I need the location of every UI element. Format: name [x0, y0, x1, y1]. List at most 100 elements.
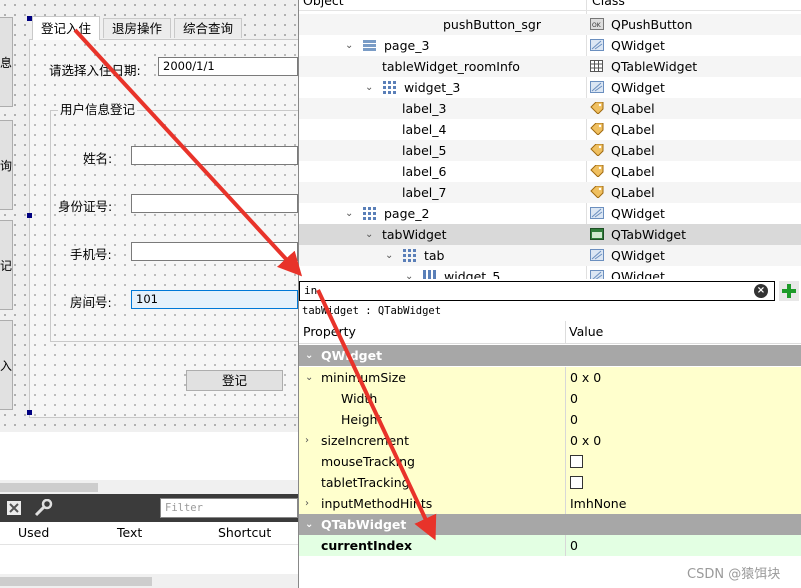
property-object-title: tabWidget : QTabWidget: [302, 305, 442, 317]
property-value[interactable]: 0: [570, 535, 578, 556]
object-class: QLabel: [611, 122, 655, 137]
object-name: page_3: [384, 38, 430, 53]
action-filter-input[interactable]: Filter: [160, 498, 298, 518]
selection-handle-ml[interactable]: [27, 213, 32, 218]
col-shortcut[interactable]: Shortcut: [218, 522, 271, 544]
tab-checkin[interactable]: 登记入住: [32, 16, 101, 40]
value-separator: [565, 409, 566, 430]
tab-checkout[interactable]: 退房操作: [103, 18, 172, 38]
object-row[interactable]: ⌄ page_3 QWidget: [299, 35, 801, 56]
property-value[interactable]: 0: [570, 409, 578, 430]
value-separator: [565, 388, 566, 409]
chevron-right-icon[interactable]: ›: [305, 493, 309, 514]
form-designer-canvas[interactable]: 息 询 记 入 登记入住 退房操作 综合查询 请选择入住日期: 2000/1/1…: [0, 0, 298, 432]
side-button-1[interactable]: 息: [0, 17, 13, 107]
designer-hscrollbar[interactable]: [0, 480, 298, 494]
label-tag-icon: [590, 165, 604, 177]
selection-handle-bl[interactable]: [27, 410, 32, 415]
selection-handle-tl[interactable]: [27, 16, 32, 21]
header-class[interactable]: Class: [592, 0, 625, 10]
object-name: widget_3: [404, 80, 461, 95]
widget-class-icon: [590, 207, 604, 219]
col-text[interactable]: Text: [117, 522, 142, 544]
chevron-down-icon[interactable]: ⌄: [345, 203, 353, 224]
property-row[interactable]: mouseTracking: [299, 451, 801, 472]
value-separator: [565, 472, 566, 493]
name-field[interactable]: [131, 146, 298, 165]
property-value[interactable]: 0 x 0: [570, 430, 601, 451]
chevron-right-icon[interactable]: ›: [305, 430, 309, 451]
chevron-down-icon[interactable]: ⌄: [305, 367, 313, 388]
side-button-4[interactable]: 入: [0, 320, 13, 410]
property-value[interactable]: 0: [570, 388, 578, 409]
object-row[interactable]: label_4 QLabel: [299, 119, 801, 140]
object-row[interactable]: label_6 QLabel: [299, 161, 801, 182]
delete-action-icon[interactable]: [6, 500, 22, 516]
value-separator: [565, 451, 566, 472]
object-name: label_3: [402, 101, 447, 116]
object-row-selected[interactable]: ⌄ tabWidget QTabWidget: [299, 224, 801, 245]
side-button-2[interactable]: 询: [0, 120, 13, 210]
object-row[interactable]: label_5 QLabel: [299, 140, 801, 161]
property-group-qwidget[interactable]: ⌄ QWidget: [299, 345, 801, 366]
object-row[interactable]: ⌄ tab QWidget: [299, 245, 801, 266]
property-row[interactable]: tabletTracking: [299, 472, 801, 493]
property-name: Height: [341, 412, 383, 427]
checkin-date-edit[interactable]: 2000/1/1: [158, 57, 298, 76]
property-row[interactable]: ⌄ minimumSize 0 x 0: [299, 367, 801, 388]
header-separator: [565, 321, 566, 343]
property-row[interactable]: Width 0: [299, 388, 801, 409]
object-row[interactable]: label_3 QLabel: [299, 98, 801, 119]
property-filter-input[interactable]: in: [299, 281, 775, 301]
header-property[interactable]: Property: [303, 321, 356, 343]
chevron-down-icon[interactable]: ⌄: [385, 245, 393, 266]
register-button[interactable]: 登记: [186, 370, 283, 391]
chevron-down-icon[interactable]: ⌄: [405, 266, 413, 279]
property-row[interactable]: › sizeIncrement 0 x 0: [299, 430, 801, 451]
property-value[interactable]: ImhNone: [570, 493, 626, 514]
chevron-down-icon[interactable]: ⌄: [365, 77, 373, 98]
object-row[interactable]: ⌄ page_2 QWidget: [299, 203, 801, 224]
object-row[interactable]: ⌄ widget_3 QWidget: [299, 77, 801, 98]
chevron-down-icon[interactable]: ⌄: [305, 514, 313, 535]
property-group-qtabwidget[interactable]: ⌄ QTabWidget: [299, 514, 801, 535]
chevron-down-icon[interactable]: ⌄: [305, 345, 313, 366]
add-dynamic-property-icon[interactable]: [779, 281, 799, 301]
property-row-currentindex[interactable]: currentIndex 0: [299, 535, 801, 556]
checkin-date-label: 请选择入住日期:: [49, 63, 141, 78]
object-row[interactable]: ⌄ widget_5 QWidget: [299, 266, 801, 279]
header-value[interactable]: Value: [569, 321, 603, 343]
table-class-icon: [590, 60, 603, 72]
action-hscrollbar[interactable]: [0, 574, 298, 588]
widget-class-icon: [590, 249, 604, 261]
id-field[interactable]: [131, 194, 298, 213]
widget-class-icon: [590, 81, 604, 93]
object-name: tableWidget_roomInfo: [382, 59, 520, 74]
action-hscroll-thumb[interactable]: [0, 577, 152, 586]
object-class: QLabel: [611, 101, 655, 116]
col-used[interactable]: Used: [18, 522, 49, 544]
object-row[interactable]: tableWidget_roomInfo QTableWidget: [299, 56, 801, 77]
mousetracking-checkbox[interactable]: [570, 455, 583, 468]
clear-filter-icon[interactable]: ×: [754, 284, 768, 298]
property-name: QWidget: [321, 348, 383, 363]
phone-field[interactable]: [131, 242, 298, 261]
object-class: QWidget: [611, 269, 665, 279]
property-row[interactable]: Height 0: [299, 409, 801, 430]
side-button-3[interactable]: 记: [0, 220, 13, 310]
property-table-header: Property Value: [299, 321, 801, 344]
object-row[interactable]: label_7 QLabel: [299, 182, 801, 203]
chevron-down-icon[interactable]: ⌄: [345, 35, 353, 56]
tablettracking-checkbox[interactable]: [570, 476, 583, 489]
room-field[interactable]: 101: [131, 290, 298, 309]
property-value[interactable]: 0 x 0: [570, 367, 601, 388]
property-name: minimumSize: [321, 370, 406, 385]
tab-query[interactable]: 综合查询: [174, 18, 243, 38]
header-object[interactable]: Object: [303, 0, 344, 10]
chevron-down-icon[interactable]: ⌄: [365, 224, 373, 245]
property-row[interactable]: › inputMethodHints ImhNone: [299, 493, 801, 514]
object-name: pushButton_sgr: [443, 17, 541, 32]
wrench-icon[interactable]: [33, 498, 53, 517]
object-row[interactable]: pushButton_sgr OK QPushButton: [299, 14, 801, 35]
designer-hscroll-thumb[interactable]: [0, 483, 98, 492]
